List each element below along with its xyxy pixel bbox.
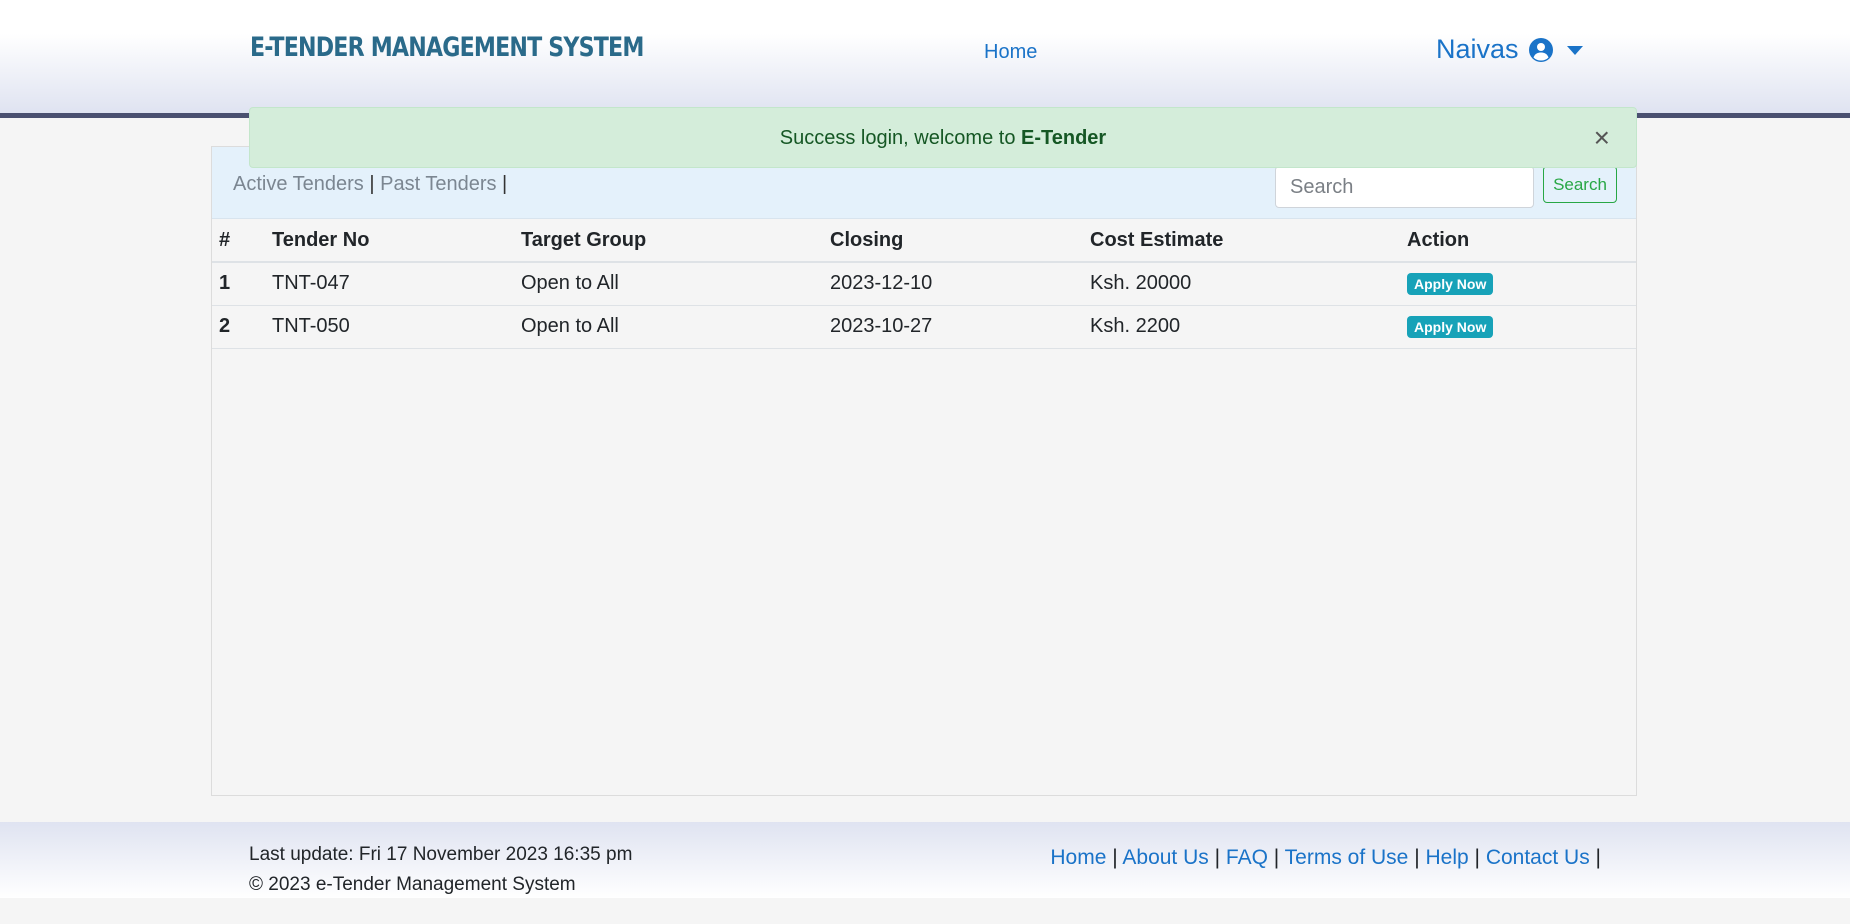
- caret-down-icon: [1566, 46, 1583, 55]
- column-header-index: #: [212, 219, 265, 263]
- action-cell: Apply Now: [1400, 262, 1636, 306]
- user-circle-icon: [1528, 37, 1553, 62]
- nav-home-link[interactable]: Home: [984, 41, 1037, 64]
- footer-link-about-us[interactable]: About Us: [1122, 846, 1208, 869]
- row-index: 2: [212, 305, 265, 349]
- search-button[interactable]: Search: [1543, 166, 1617, 203]
- row-index: 1: [212, 262, 265, 306]
- tenders-table: # Tender No Target Group Closing Cost Es…: [212, 219, 1636, 349]
- alert-emphasis: E-Tender: [1021, 127, 1107, 149]
- page-footer: Last update: Fri 17 November 2023 16:35 …: [0, 822, 1850, 898]
- closing-date: 2023-12-10: [823, 262, 1083, 306]
- footer-info: Last update: Fri 17 November 2023 16:35 …: [249, 840, 632, 900]
- tab-separator: |: [363, 173, 381, 195]
- target-group: Open to All: [514, 262, 823, 306]
- apply-now-button[interactable]: Apply Now: [1407, 273, 1494, 296]
- copyright-text: © 2023 e-Tender Management System: [249, 874, 576, 895]
- top-header: E-TENDER MANAGEMENT SYSTEM Home Naivas: [0, 0, 1850, 118]
- footer-separator: |: [1468, 846, 1486, 869]
- success-alert: Success login, welcome to E-Tender ×: [249, 107, 1637, 168]
- last-update-text: Last update: Fri 17 November 2023 16:35 …: [249, 844, 633, 865]
- tender-no: TNT-050: [265, 305, 514, 349]
- apply-now-button[interactable]: Apply Now: [1407, 316, 1494, 338]
- footer-links: Home | About Us | FAQ | Terms of Use | H…: [1050, 846, 1601, 870]
- footer-link-help[interactable]: Help: [1426, 846, 1469, 869]
- footer-link-terms-of-use[interactable]: Terms of Use: [1285, 846, 1409, 869]
- footer-link-faq[interactable]: FAQ: [1226, 846, 1268, 869]
- tab-past-tenders[interactable]: Past Tenders: [380, 173, 496, 195]
- table-header-row: # Tender No Target Group Closing Cost Es…: [212, 219, 1636, 263]
- column-header-action: Action: [1400, 219, 1636, 263]
- action-cell: Apply Now: [1400, 305, 1636, 349]
- column-header-target-group: Target Group: [514, 219, 823, 263]
- tab-active-tenders[interactable]: Active Tenders: [233, 173, 364, 195]
- tender-no: TNT-047: [265, 262, 514, 306]
- table-row: 1 TNT-047 Open to All 2023-12-10 Ksh. 20…: [212, 262, 1636, 306]
- closing-date: 2023-10-27: [823, 305, 1083, 349]
- footer-link-home[interactable]: Home: [1050, 846, 1106, 869]
- user-name: Naivas: [1436, 34, 1519, 64]
- alert-message-text: Success login, welcome to: [779, 127, 1022, 149]
- column-header-cost-estimate: Cost Estimate: [1083, 219, 1400, 263]
- tender-tabs: Active Tenders | Past Tenders |: [233, 173, 507, 196]
- cost-estimate: Ksh. 20000: [1083, 262, 1400, 306]
- column-header-closing: Closing: [823, 219, 1083, 263]
- footer-separator: |: [1267, 846, 1285, 869]
- brand-title: E-TENDER MANAGEMENT SYSTEM: [250, 32, 644, 63]
- footer-separator: |: [1589, 846, 1601, 869]
- table-row: 2 TNT-050 Open to All 2023-10-27 Ksh. 22…: [212, 305, 1636, 349]
- cost-estimate: Ksh. 2200: [1083, 305, 1400, 349]
- target-group: Open to All: [514, 305, 823, 349]
- column-header-tender-no: Tender No: [265, 219, 514, 263]
- footer-link-contact-us[interactable]: Contact Us: [1486, 846, 1590, 869]
- tenders-panel: Active Tenders | Past Tenders | Search #…: [211, 146, 1637, 796]
- footer-separator: |: [1408, 846, 1426, 869]
- close-icon[interactable]: ×: [1594, 124, 1610, 152]
- search-input[interactable]: [1275, 166, 1534, 208]
- tab-separator: |: [496, 173, 508, 195]
- user-menu[interactable]: Naivas: [1436, 34, 1583, 65]
- alert-message: Success login, welcome to E-Tender: [250, 127, 1636, 150]
- footer-separator: |: [1208, 846, 1226, 869]
- footer-separator: |: [1106, 846, 1123, 869]
